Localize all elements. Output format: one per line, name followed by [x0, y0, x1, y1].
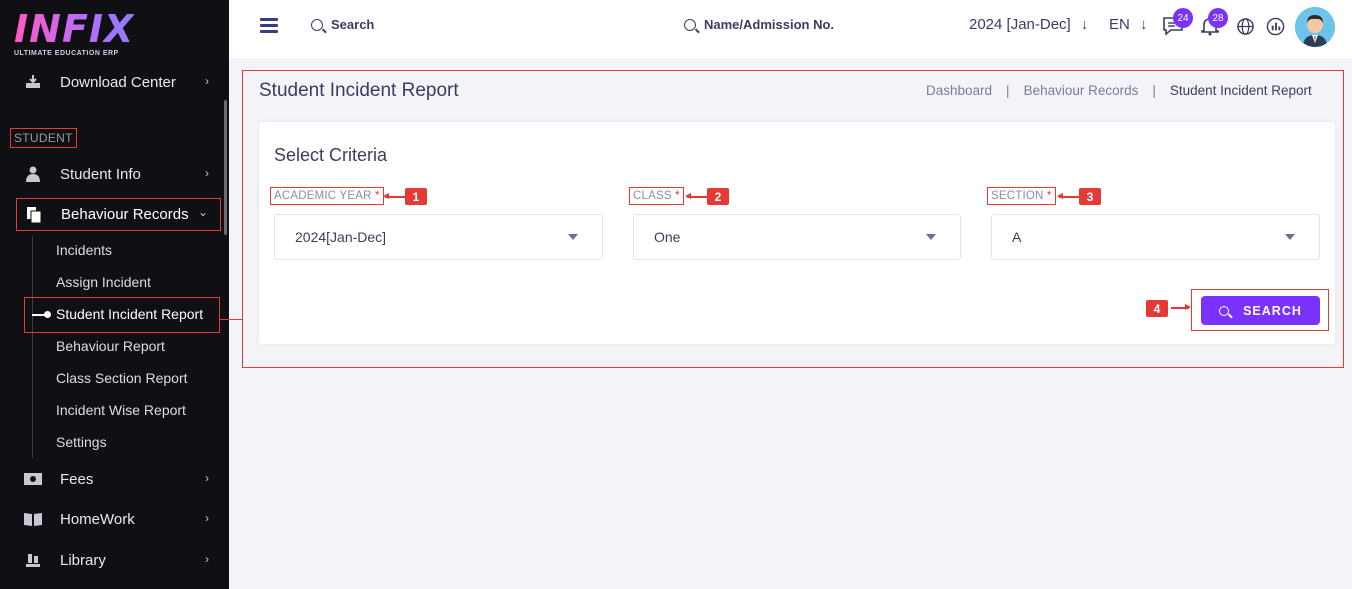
search-button-label: SEARCH	[1243, 303, 1302, 318]
download-icon	[24, 73, 42, 91]
arrow-down-icon: ↓	[1080, 16, 1089, 33]
library-icon	[24, 551, 42, 569]
sidebar: INFIX ULTIMATE EDUCATION ERP Download Ce…	[0, 0, 229, 589]
academic-year-select[interactable]: 2024[Jan-Dec]	[274, 214, 603, 260]
submenu-item-class-section-report[interactable]: Class Section Report	[56, 370, 188, 386]
annotation-arrow	[383, 193, 405, 199]
arrow-down-icon: ↓	[1140, 16, 1148, 33]
sidebar-item-library[interactable]: Library ›	[16, 544, 221, 576]
submenu-item-incidents[interactable]: Incidents	[56, 242, 112, 258]
class-label-text: CLASS	[633, 190, 672, 202]
breadcrumb-behaviour-records[interactable]: Behaviour Records	[1024, 83, 1139, 98]
website-button[interactable]	[1233, 14, 1257, 38]
academic-year-value: 2024 [Jan-Dec]	[969, 16, 1071, 33]
annotation-arrow	[1057, 193, 1079, 199]
class-select[interactable]: One	[633, 214, 961, 260]
search-icon	[684, 18, 696, 31]
logo-subtitle: ULTIMATE EDUCATION ERP	[14, 50, 119, 57]
sidebar-item-fees[interactable]: Fees ›	[16, 463, 221, 495]
submenu-item-student-incident-report[interactable]: Student Incident Report	[56, 306, 203, 322]
user-avatar[interactable]	[1295, 7, 1335, 47]
chart-icon	[1266, 17, 1284, 35]
annotation-arrow	[1171, 304, 1191, 310]
annotation-arrow	[685, 193, 707, 199]
required-mark: *	[675, 190, 680, 202]
chevron-right-icon: ›	[205, 511, 209, 525]
class-select-value: One	[654, 229, 681, 245]
chevron-right-icon: ›	[205, 471, 209, 485]
sidebar-item-label: Fees	[60, 470, 94, 488]
search-label: Search	[331, 17, 375, 32]
caret-down-icon	[926, 234, 936, 240]
academic-year-label: ACADEMIC YEAR *	[270, 187, 384, 205]
sidebar-item-behaviour-records[interactable]: Behaviour Records ⌄	[16, 198, 221, 231]
logo-text: INFIX	[14, 7, 135, 51]
callout-3: 3	[1079, 188, 1101, 205]
submenu-item-incident-wise-report[interactable]: Incident Wise Report	[56, 402, 186, 418]
submenu-item-settings[interactable]: Settings	[56, 434, 107, 450]
language-value: EN	[1109, 16, 1130, 33]
breadcrumb-separator: |	[1006, 83, 1010, 98]
annotation-connector	[220, 319, 242, 320]
breadcrumb-separator: |	[1152, 83, 1156, 98]
sidebar-section-label: STUDENT	[10, 128, 77, 148]
breadcrumb-dashboard[interactable]: Dashboard	[926, 83, 992, 98]
sidebar-item-download-center[interactable]: Download Center ›	[16, 66, 221, 98]
active-indicator	[32, 311, 51, 318]
section-label: SECTION *	[987, 187, 1056, 205]
class-label: CLASS *	[629, 187, 684, 205]
reports-button[interactable]	[1263, 14, 1287, 38]
caret-down-icon	[1285, 234, 1295, 240]
chevron-right-icon: ›	[205, 552, 209, 566]
breadcrumb: Dashboard | Behaviour Records | Student …	[926, 83, 1312, 98]
breadcrumb-current: Student Incident Report	[1169, 83, 1312, 98]
page-title: Student Incident Report	[259, 80, 459, 101]
section-select[interactable]: A	[991, 214, 1320, 260]
callout-1: 1	[405, 188, 427, 205]
sidebar-item-label: Download Center	[60, 73, 176, 91]
student-search-box[interactable]: Name/Admission No.	[684, 17, 834, 32]
search-icon	[1219, 305, 1230, 316]
user-icon	[24, 165, 42, 183]
search-box[interactable]: Search	[311, 17, 374, 32]
submenu-item-assign-incident[interactable]: Assign Incident	[56, 274, 151, 290]
sidebar-item-homework[interactable]: HomeWork ›	[16, 503, 221, 535]
academic-year-select-value: 2024[Jan-Dec]	[295, 229, 387, 245]
sidebar-item-label: HomeWork	[60, 510, 135, 528]
callout-4: 4	[1146, 300, 1168, 317]
chevron-right-icon: ›	[205, 74, 209, 88]
search-icon	[311, 18, 323, 31]
chevron-down-icon: ⌄	[197, 205, 208, 219]
book-icon	[24, 510, 42, 528]
sidebar-scrollbar[interactable]	[224, 100, 227, 235]
caret-down-icon	[568, 234, 578, 240]
sidebar-item-label: Library	[60, 551, 106, 569]
section-select-value: A	[1012, 229, 1022, 245]
academic-year-selector[interactable]: 2024 [Jan-Dec] ↓	[969, 16, 1088, 33]
logo[interactable]: INFIX ULTIMATE EDUCATION ERP	[14, 10, 134, 57]
document-icon	[25, 206, 43, 224]
sidebar-item-label: Behaviour Records	[61, 206, 189, 223]
sidebar-item-label: Student Info	[60, 165, 141, 183]
globe-icon	[1236, 17, 1254, 35]
submenu-item-behaviour-report[interactable]: Behaviour Report	[56, 338, 165, 354]
sidebar-item-student-info[interactable]: Student Info ›	[16, 158, 221, 190]
notifications-badge: 28	[1208, 8, 1228, 28]
chevron-right-icon: ›	[205, 166, 209, 180]
topbar: Search Name/Admission No. 2024 [Jan-Dec]…	[229, 0, 1352, 58]
messages-badge: 24	[1173, 8, 1193, 28]
required-mark: *	[1046, 190, 1052, 202]
callout-2: 2	[707, 188, 729, 205]
menu-toggle-icon[interactable]	[260, 18, 278, 33]
submenu-line	[32, 236, 33, 458]
search-button[interactable]: SEARCH	[1201, 296, 1320, 325]
card-title: Select Criteria	[274, 145, 388, 165]
language-selector[interactable]: EN ↓	[1109, 16, 1148, 33]
student-search-label: Name/Admission No.	[704, 17, 835, 32]
required-mark: *	[375, 190, 380, 202]
section-label-text: SECTION	[991, 190, 1044, 202]
avatar-icon	[1295, 7, 1335, 47]
money-icon	[24, 470, 42, 488]
academic-year-label-text: ACADEMIC YEAR	[274, 190, 372, 202]
